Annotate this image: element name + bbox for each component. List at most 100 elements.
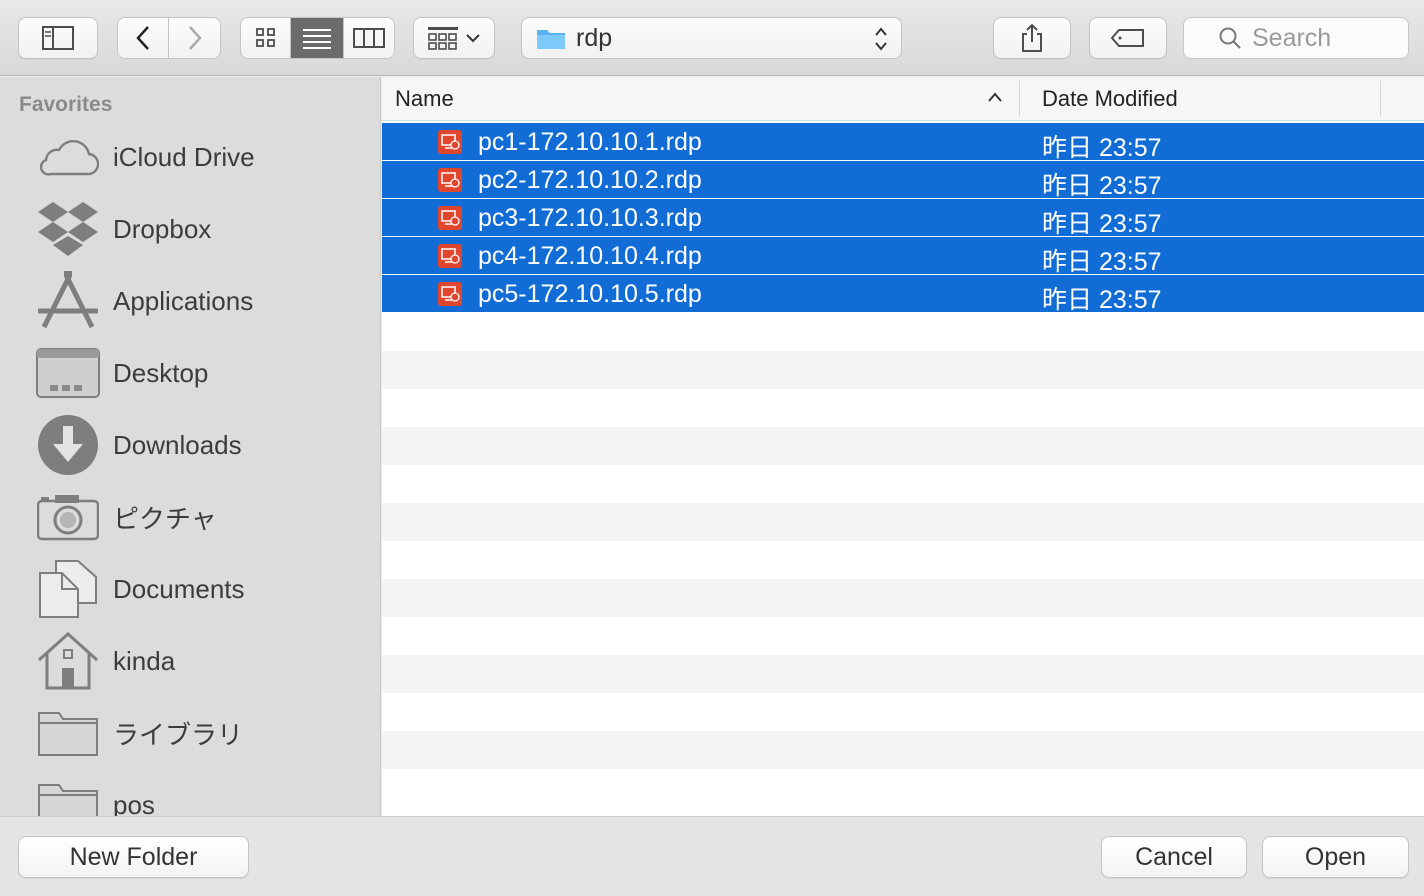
gallery-icon: [428, 27, 458, 50]
chevron-left-icon: [136, 26, 149, 50]
search-icon: [1219, 27, 1241, 49]
file-name: pc4-172.10.10.4.rdp: [478, 242, 702, 270]
path-label: rdp: [576, 23, 613, 52]
sidebar-item-label: Dropbox: [113, 213, 212, 244]
empty-row: [382, 655, 1424, 693]
sidebar-item-home[interactable]: kinda: [0, 631, 380, 691]
sidebar-item-label: iCloud Drive: [113, 141, 255, 172]
cloud-icon: [36, 127, 100, 187]
empty-row: [382, 731, 1424, 769]
empty-row: [382, 617, 1424, 655]
home-icon: [36, 631, 100, 691]
column-divider[interactable]: [1380, 81, 1381, 117]
sidebar-item-label: Downloads: [113, 429, 242, 460]
empty-row: [382, 693, 1424, 731]
rdp-file-icon: [438, 206, 462, 230]
dropbox-icon: [36, 199, 100, 259]
rdp-file-icon: [438, 244, 462, 268]
sidebar-toggle-button[interactable]: [18, 17, 98, 59]
column-name-header[interactable]: Name: [395, 86, 454, 112]
file-date: 昨日 23:57: [1042, 210, 1162, 238]
cancel-button[interactable]: Cancel: [1101, 836, 1247, 878]
empty-row: [382, 769, 1424, 807]
sidebar-item-downloads[interactable]: Downloads: [0, 415, 380, 475]
column-divider[interactable]: [1019, 81, 1020, 117]
column-date-header[interactable]: Date Modified: [1042, 86, 1178, 112]
rdp-file-icon: [438, 168, 462, 192]
empty-row: [382, 313, 1424, 351]
sidebar-item-label: kinda: [113, 645, 176, 676]
open-button[interactable]: Open: [1262, 836, 1409, 878]
applications-icon: [36, 271, 100, 331]
file-date: 昨日 23:57: [1042, 248, 1162, 276]
folder-icon: [537, 30, 565, 49]
share-button[interactable]: [993, 17, 1071, 59]
empty-row: [382, 541, 1424, 579]
sidebar-item-label: Documents: [113, 573, 245, 604]
file-list: Name Date Modified pc1-172.10.10.1.rdp 昨…: [382, 77, 1424, 816]
sidebar-item-dropbox[interactable]: Dropbox: [0, 199, 380, 259]
sidebar-item-desktop[interactable]: Desktop: [0, 343, 380, 403]
folder-icon: [36, 775, 100, 816]
sidebar-item-icloud-drive[interactable]: iCloud Drive: [0, 127, 380, 187]
toolbar: rdp Search: [0, 0, 1424, 76]
tag-button[interactable]: [1089, 17, 1167, 59]
sidebar-item-applications[interactable]: Applications: [0, 271, 380, 331]
empty-row: [382, 503, 1424, 541]
search-field[interactable]: Search: [1183, 17, 1409, 59]
column-header: Name Date Modified: [382, 77, 1424, 121]
file-name: pc1-172.10.10.1.rdp: [478, 128, 702, 156]
file-name: pc2-172.10.10.2.rdp: [478, 166, 702, 194]
empty-row: [382, 351, 1424, 389]
new-folder-button[interactable]: New Folder: [18, 836, 249, 878]
sidebar-item-library[interactable]: ライブラリ: [0, 703, 380, 763]
file-row[interactable]: pc3-172.10.10.3.rdp 昨日 23:57: [382, 199, 1424, 238]
chevron-down-icon: [466, 34, 480, 43]
camera-icon: [36, 487, 100, 547]
navigation-buttons: [117, 17, 221, 59]
icon-view-button[interactable]: [241, 18, 292, 58]
empty-row: [382, 427, 1424, 465]
sidebar-item-label: Applications: [113, 285, 254, 316]
documents-icon: [36, 559, 100, 619]
search-placeholder: Search: [1252, 23, 1332, 52]
file-row[interactable]: pc1-172.10.10.1.rdp 昨日 23:57: [382, 123, 1424, 162]
rdp-file-icon: [438, 130, 462, 154]
file-name: pc3-172.10.10.3.rdp: [478, 204, 702, 232]
tag-icon: [1110, 29, 1144, 47]
updown-arrows-icon: [875, 27, 887, 51]
column-view-button[interactable]: [344, 18, 394, 58]
chevron-right-icon: [188, 26, 202, 50]
sidebar-item-documents[interactable]: Documents: [0, 559, 380, 619]
share-icon: [1022, 23, 1042, 52]
empty-row: [382, 465, 1424, 503]
file-row[interactable]: pc2-172.10.10.2.rdp 昨日 23:57: [382, 161, 1424, 200]
file-date: 昨日 23:57: [1042, 172, 1162, 200]
sidebar-heading: Favorites: [19, 93, 113, 116]
sidebar-item-label: pos: [113, 789, 155, 817]
path-popup[interactable]: rdp: [521, 17, 902, 59]
open-file-dialog: rdp Search Favorites iCloud Drive Dropbo…: [0, 0, 1424, 896]
rdp-file-icon: [438, 282, 462, 306]
sidebar-item-pos[interactable]: pos: [0, 775, 380, 817]
folder-icon: [36, 703, 100, 763]
file-row[interactable]: pc5-172.10.10.5.rdp 昨日 23:57: [382, 275, 1424, 314]
sidebar-item-pictures[interactable]: ピクチャ: [0, 487, 380, 547]
desktop-icon: [36, 343, 100, 403]
sidebar-item-label: ピクチャ: [113, 503, 217, 534]
downloads-icon: [36, 415, 100, 475]
sort-ascending-icon[interactable]: [986, 90, 1004, 104]
sidebar: Favorites iCloud Drive Dropbox Applicati…: [0, 77, 381, 816]
sidebar-item-label: Desktop: [113, 357, 209, 388]
bottom-bar: New Folder Cancel Open: [0, 816, 1424, 896]
file-name: pc5-172.10.10.5.rdp: [478, 280, 702, 308]
columns-icon: [352, 28, 385, 48]
empty-row: [382, 579, 1424, 617]
empty-row: [382, 389, 1424, 427]
forward-button[interactable]: [169, 18, 220, 58]
list-view-button[interactable]: [291, 18, 344, 58]
grid-icon: [255, 28, 275, 47]
file-row[interactable]: pc4-172.10.10.4.rdp 昨日 23:57: [382, 237, 1424, 276]
back-button[interactable]: [118, 18, 170, 58]
arrange-button[interactable]: [413, 17, 495, 59]
